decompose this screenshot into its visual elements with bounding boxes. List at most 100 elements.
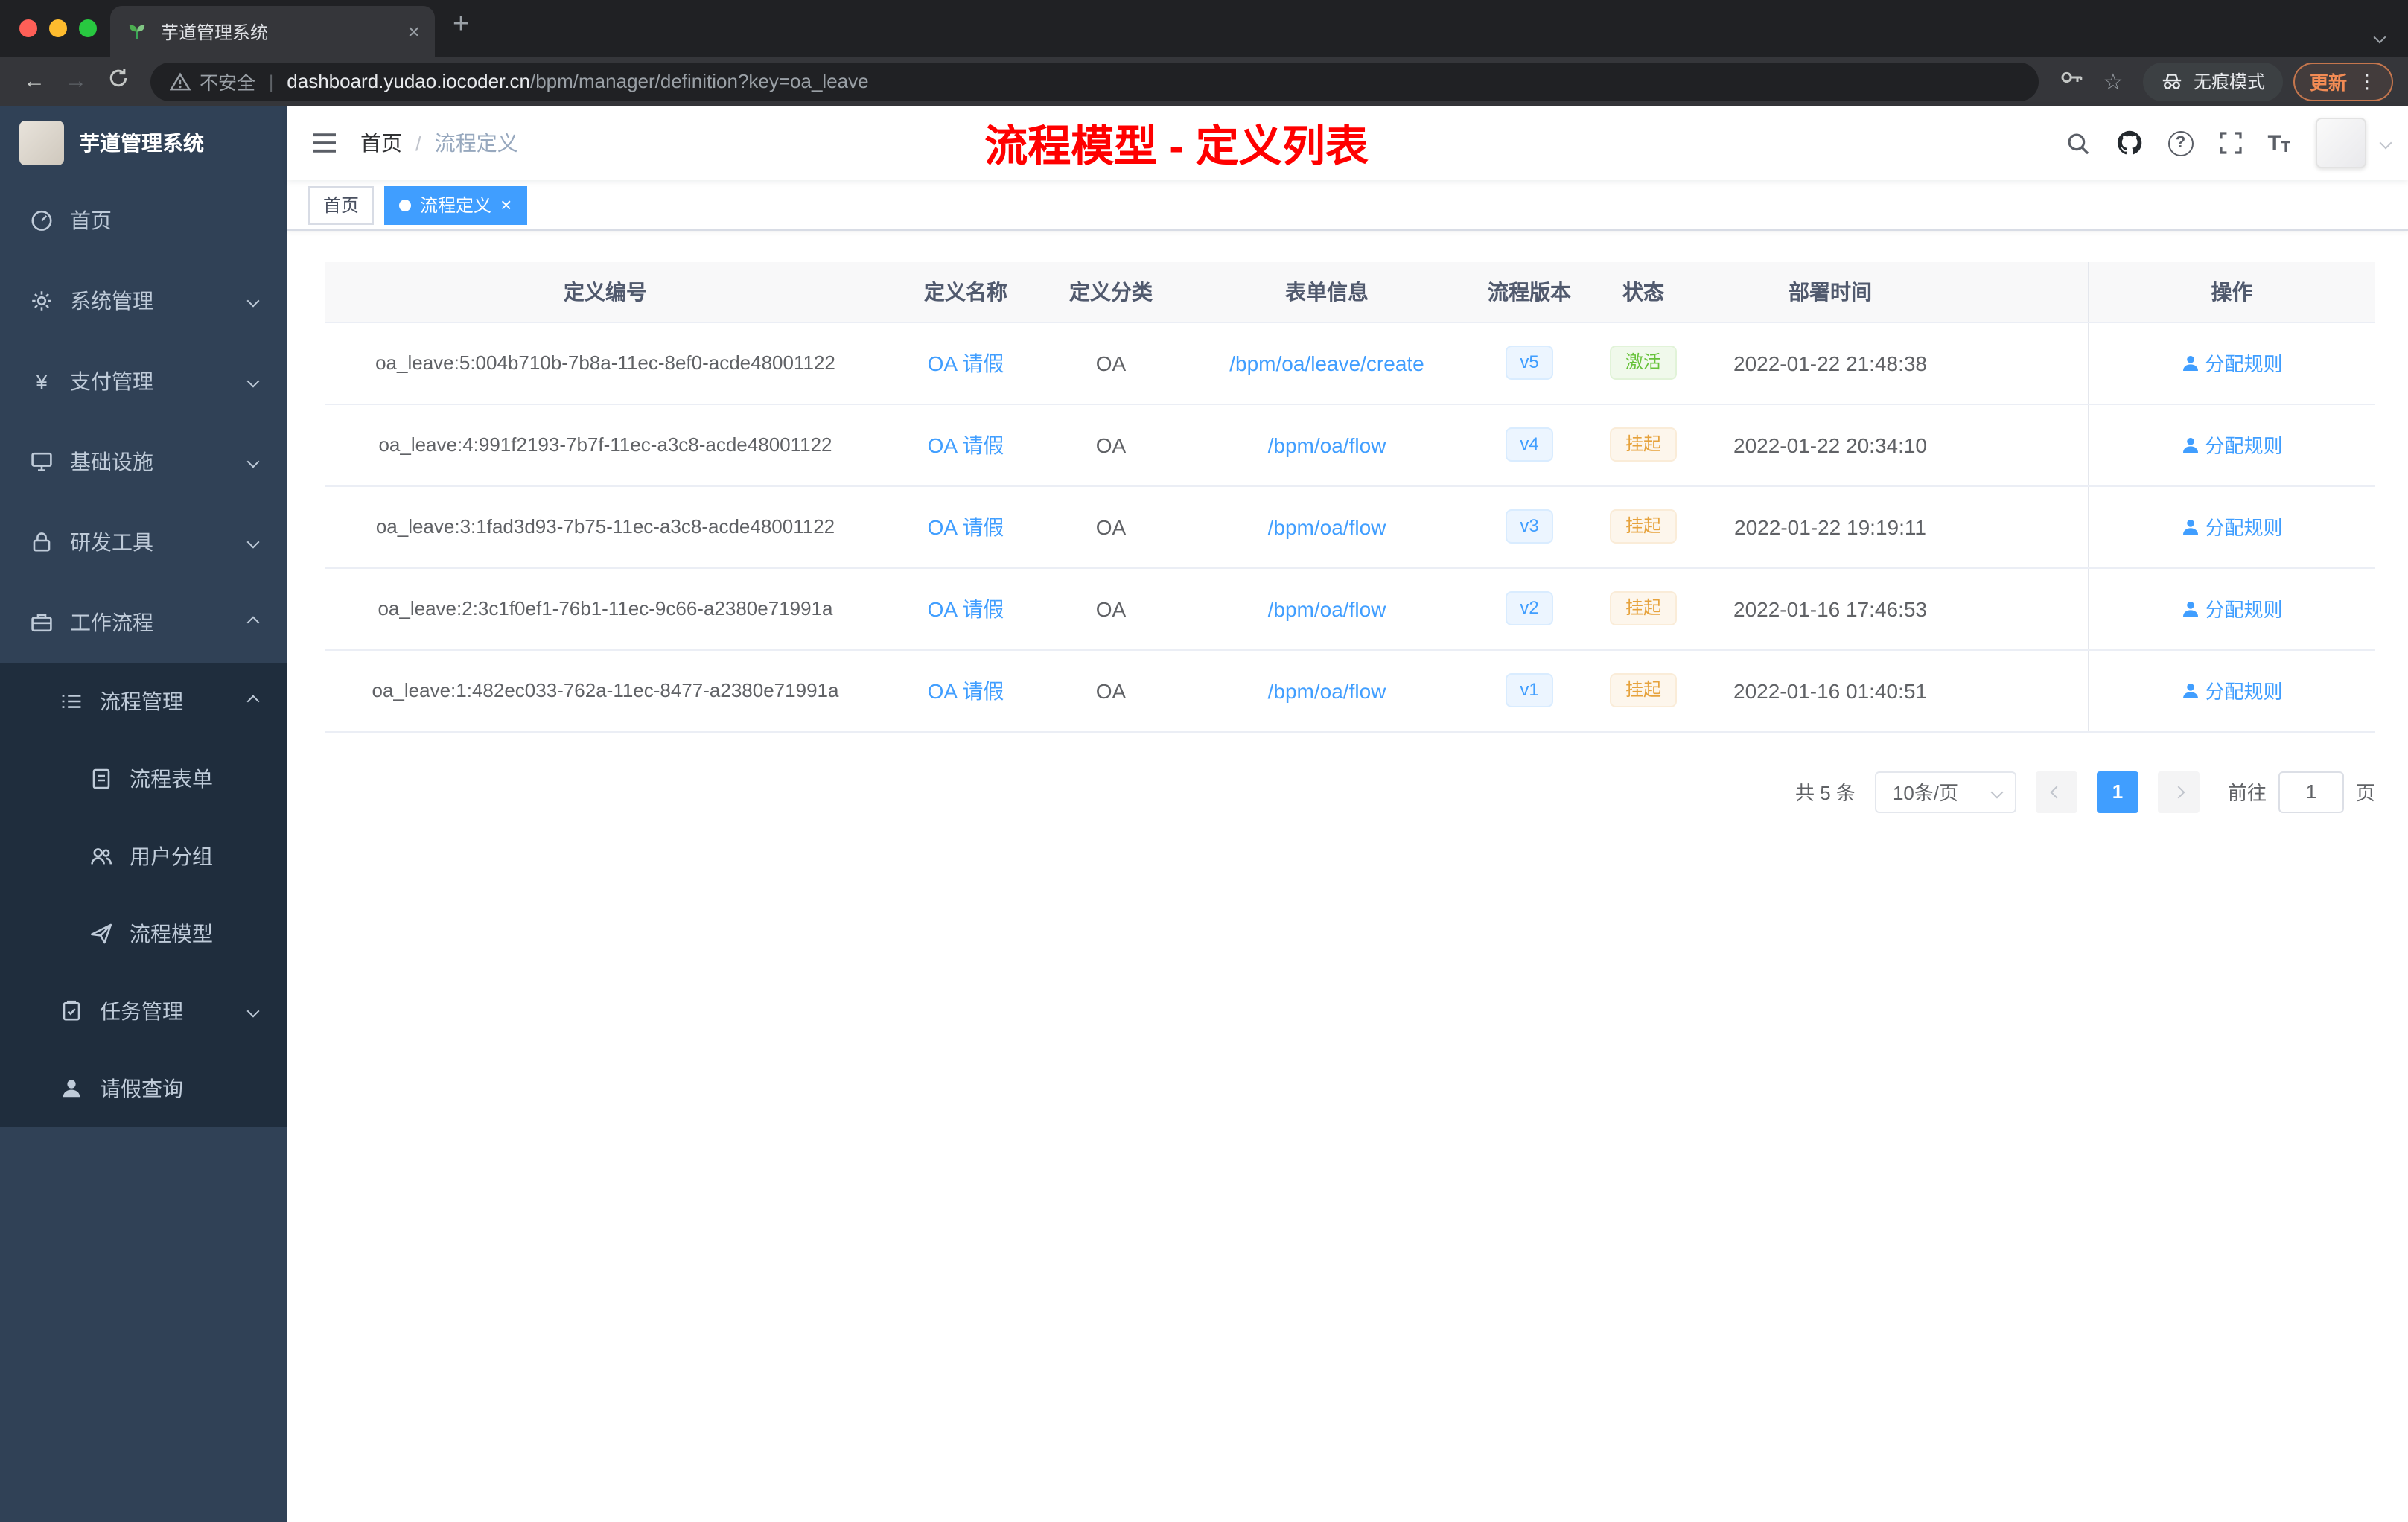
- version-badge: v3: [1505, 509, 1554, 544]
- tab-close-icon[interactable]: ×: [408, 21, 420, 42]
- minimize-window-button[interactable]: [49, 19, 67, 37]
- definition-name-link[interactable]: OA 请假: [928, 596, 1004, 620]
- chevron-down-icon: [246, 375, 260, 388]
- sidebar-item-system[interactable]: 系统管理: [0, 261, 287, 341]
- form-info-link[interactable]: /bpm/oa/flow: [1268, 596, 1386, 620]
- sidebar-item-devtools[interactable]: 研发工具: [0, 502, 287, 582]
- sidebar-item-workflow[interactable]: 工作流程: [0, 582, 287, 663]
- yen-icon: ¥: [36, 369, 48, 393]
- definition-name-link[interactable]: OA 请假: [928, 678, 1004, 702]
- browser-tab[interactable]: 芋道管理系统 ×: [110, 6, 435, 57]
- sidebar-item-task-management[interactable]: 任务管理: [0, 972, 287, 1050]
- page-annotation-banner: 流程模型 - 定义列表: [984, 124, 1369, 171]
- filler-cell: [1955, 322, 2088, 404]
- chevron-down-icon: [246, 294, 260, 308]
- site-favicon: [125, 19, 149, 43]
- form-info-link[interactable]: /bpm/oa/flow: [1268, 515, 1386, 538]
- definition-id: oa_leave:2:3c1f0ef1-76b1-11ec-9c66-a2380…: [325, 567, 886, 650]
- avatar[interactable]: [2316, 118, 2366, 168]
- table-header-row: 定义编号 定义名称 定义分类 表单信息 流程版本 状态 部署时间 操作: [325, 262, 2375, 322]
- filler-cell: [1955, 404, 2088, 486]
- maximize-window-button[interactable]: [79, 19, 97, 37]
- incognito-icon: [2161, 70, 2183, 92]
- sidebar-submenu-workflow: 流程管理 流程表单 用户分组 流程模型 任务管理 请假查询: [0, 663, 287, 1127]
- browser-menu-icon[interactable]: ⋮: [2357, 69, 2377, 93]
- sidebar-item-home[interactable]: 首页: [0, 180, 287, 261]
- tab-title: 芋道管理系统: [161, 22, 269, 42]
- deploy-time: 2022-01-16 17:46:53: [1705, 567, 1955, 650]
- pagination: 共 5 条 10条/页 1 前往 页: [325, 771, 2375, 812]
- tags-view-bar: 首页 流程定义 ×: [287, 180, 2408, 231]
- fullscreen-icon[interactable]: [2218, 131, 2242, 155]
- sidebar-item-process-management[interactable]: 流程管理: [0, 663, 287, 740]
- prev-page-button[interactable]: [2035, 771, 2077, 812]
- users-icon: [89, 844, 113, 868]
- breadcrumb-home[interactable]: 首页: [360, 128, 402, 158]
- password-key-icon[interactable]: [2052, 66, 2091, 97]
- forward-button[interactable]: →: [57, 69, 95, 94]
- tab-search-chevron-icon[interactable]: [2373, 22, 2386, 49]
- form-info-link[interactable]: /bpm/oa/flow: [1268, 678, 1386, 702]
- sidebar-item-payment[interactable]: ¥ 支付管理: [0, 341, 287, 421]
- close-window-button[interactable]: [19, 19, 37, 37]
- form-info-link[interactable]: /bpm/oa/flow: [1268, 433, 1386, 456]
- sidebar-item-infrastructure[interactable]: 基础设施: [0, 421, 287, 502]
- col-header-actions: 操作: [2087, 262, 2375, 322]
- col-header-status: 状态: [1582, 262, 1705, 322]
- address-bar[interactable]: 不安全 | dashboard.yudao.iocoder.cn/bpm/man…: [150, 62, 2039, 101]
- next-page-button[interactable]: [2157, 771, 2200, 812]
- version-badge: v2: [1505, 591, 1554, 625]
- goto-unit: 页: [2355, 782, 2375, 804]
- security-label[interactable]: 不安全: [200, 67, 255, 95]
- sidebar-item-process-model[interactable]: 流程模型: [0, 895, 287, 972]
- window-controls: [19, 19, 97, 37]
- status-badge: 挂起: [1610, 673, 1676, 707]
- assign-rule-button[interactable]: 分配规则: [2181, 348, 2283, 377]
- tag-process-definition[interactable]: 流程定义 ×: [384, 185, 527, 224]
- assign-rule-button[interactable]: 分配规则: [2181, 512, 2283, 541]
- sidebar-item-process-form[interactable]: 流程表单: [0, 740, 287, 818]
- github-icon[interactable]: [2115, 130, 2142, 156]
- search-icon[interactable]: [2065, 130, 2090, 156]
- goto-label: 前往: [2227, 782, 2267, 804]
- caret-down-icon[interactable]: [2379, 136, 2392, 150]
- new-tab-button[interactable]: +: [453, 10, 469, 39]
- assign-rule-button[interactable]: 分配规则: [2181, 676, 2283, 704]
- person-icon: [2182, 683, 2198, 698]
- sidebar-toggle-hamburger-icon[interactable]: [287, 131, 360, 155]
- reload-button[interactable]: [98, 67, 137, 95]
- chevron-down-icon: [246, 1004, 260, 1018]
- tag-home[interactable]: 首页: [308, 185, 375, 224]
- filler-cell: [1955, 567, 2088, 650]
- chevron-down-icon: [246, 535, 260, 549]
- sidebar-item-leave-query[interactable]: 请假查询: [0, 1050, 287, 1127]
- url-text: dashboard.yudao.iocoder.cn/bpm/manager/d…: [287, 68, 868, 95]
- form-info-link[interactable]: /bpm/oa/leave/create: [1229, 351, 1424, 375]
- page-number-current[interactable]: 1: [2096, 771, 2138, 812]
- table-row: oa_leave:4:991f2193-7b7f-11ec-a3c8-acde4…: [325, 404, 2375, 486]
- assign-rule-button[interactable]: 分配规则: [2181, 430, 2283, 459]
- tag-close-icon[interactable]: ×: [500, 195, 512, 214]
- back-button[interactable]: ←: [15, 69, 54, 94]
- dashboard-icon: [30, 208, 54, 232]
- sidebar-item-label: 研发工具: [70, 530, 153, 554]
- sidebar-item-label: 首页: [70, 208, 112, 232]
- assign-rule-button[interactable]: 分配规则: [2181, 594, 2283, 623]
- sidebar-item-label: 流程表单: [130, 767, 213, 791]
- help-icon[interactable]: ?: [2167, 130, 2194, 156]
- definition-name-link[interactable]: OA 请假: [928, 515, 1004, 538]
- chrome-update-button[interactable]: 更新 ⋮: [2293, 62, 2393, 101]
- tag-label: 流程定义: [420, 195, 492, 216]
- deploy-time: 2022-01-16 01:40:51: [1705, 649, 1955, 732]
- main-area: 首页 / 流程定义 流程模型 - 定义列表 ? TT 首页 流程定义 × 定义编…: [287, 106, 2408, 1522]
- font-size-icon[interactable]: TT: [2267, 130, 2290, 156]
- definition-name-link[interactable]: OA 请假: [928, 433, 1004, 456]
- page-size-select[interactable]: 10条/页: [1874, 771, 2016, 812]
- update-label[interactable]: 更新: [2310, 67, 2347, 95]
- definition-id: oa_leave:5:004b710b-7b8a-11ec-8ef0-acde4…: [325, 322, 886, 404]
- goto-page-input[interactable]: [2278, 771, 2344, 812]
- sidebar-item-user-group[interactable]: 用户分组: [0, 818, 287, 895]
- sidebar-item-label: 系统管理: [70, 289, 153, 313]
- definition-name-link[interactable]: OA 请假: [928, 351, 1004, 375]
- bookmark-star-icon[interactable]: ☆: [2094, 68, 2133, 95]
